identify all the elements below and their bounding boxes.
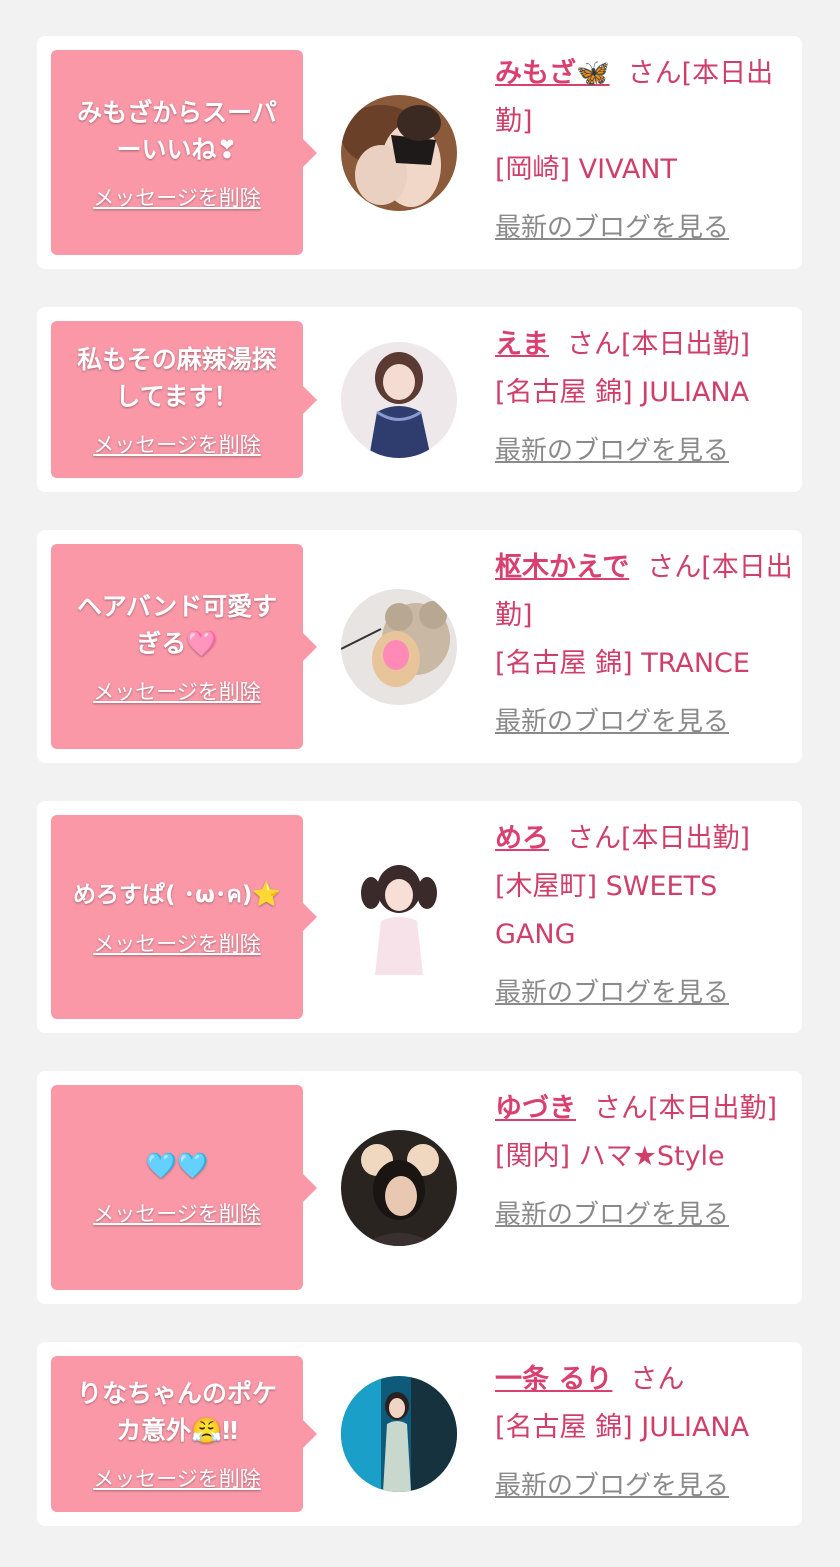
delete-message-link[interactable]: メッセージを削除 — [93, 928, 261, 958]
message-text: みもざからスーパ ーいいね❣ — [77, 97, 277, 164]
photo-woman-lace-dress-icon — [341, 342, 457, 458]
message-card: りなちゃんのポケ カ意外😤‼ メッセージを削除 一条 るり さん [名古屋 錦] … — [37, 1342, 802, 1526]
avatar[interactable] — [341, 859, 457, 975]
message-text: りなちゃんのポケ カ意外😤‼ — [76, 1379, 277, 1445]
cast-name-link[interactable]: 枢木かえで — [495, 552, 629, 583]
message-card: めろすぱ( ･ω･ค)⭐ メッセージを削除 めろ さん[本日出勤] [木屋町] S… — [37, 801, 802, 1033]
message-bubble: 🩵🩵 メッセージを削除 — [51, 1085, 317, 1290]
shop-label: [名古屋 錦] JULIANA — [495, 1412, 750, 1443]
shop-label: [岡崎] VIVANT — [495, 154, 677, 185]
message-bubble: みもざからスーパ ーいいね❣ メッセージを削除 — [51, 50, 317, 255]
avatar[interactable] — [341, 1376, 457, 1492]
cast-name-link[interactable]: えま — [495, 329, 549, 360]
shop-label: [名古屋 錦] TRANCE — [495, 648, 750, 679]
cast-info: めろ さん[本日出勤] [木屋町] SWEETS GANG 最新のブログを見る — [495, 815, 795, 1017]
cast-status: さん[本日出勤] — [594, 1093, 778, 1124]
cast-status: さん[本日出勤] — [567, 329, 751, 360]
avatar[interactable] — [341, 1130, 457, 1246]
avatar[interactable] — [341, 342, 457, 458]
message-bubble: めろすぱ( ･ω･ค)⭐ メッセージを削除 — [51, 815, 317, 1019]
message-text: めろすぱ( ･ω･ค)⭐ — [72, 881, 282, 908]
avatar[interactable] — [341, 95, 457, 211]
photo-woman-blue-backdrop-icon — [341, 1376, 457, 1492]
cast-info: みもざ🦋 さん[本日出勤] [岡崎] VIVANT 最新のブログを見る — [495, 50, 795, 252]
cast-name-link[interactable]: めろ — [495, 823, 549, 854]
view-blog-link[interactable]: 最新のブログを見る — [495, 698, 795, 746]
shop-label: [関内] ハマ★Style — [495, 1141, 725, 1172]
cast-info: 一条 るり さん [名古屋 錦] JULIANA 最新のブログを見る — [495, 1356, 795, 1510]
cast-info: 枢木かえで さん[本日出勤] [名古屋 錦] TRANCE 最新のブログを見る — [495, 544, 795, 746]
delete-message-link[interactable]: メッセージを削除 — [93, 182, 261, 212]
message-text: 私もその麻辣湯探 してます！ — [77, 344, 277, 411]
delete-message-link[interactable]: メッセージを削除 — [93, 429, 261, 459]
photo-woman-lingerie-icon — [341, 95, 457, 211]
cast-name-link[interactable]: 一条 るり — [495, 1364, 612, 1395]
cast-name-link[interactable]: みもざ🦋 — [495, 58, 610, 89]
message-card: 🩵🩵 メッセージを削除 ゆづき さん[本日出勤] [関内] ハマ★Style 最新… — [37, 1071, 802, 1304]
delete-message-link[interactable]: メッセージを削除 — [93, 676, 261, 706]
view-blog-link[interactable]: 最新のブログを見る — [495, 427, 795, 475]
photo-woman-pigtails-icon — [341, 859, 457, 975]
message-text: ヘアバンド可愛す ぎる🩷 — [76, 591, 278, 658]
cast-name-link[interactable]: ゆづき — [495, 1093, 576, 1124]
cast-status: さん[本日出勤] — [567, 823, 751, 854]
shop-label: [名古屋 錦] JULIANA — [495, 377, 750, 408]
view-blog-link[interactable]: 最新のブログを見る — [495, 1191, 795, 1239]
message-bubble: りなちゃんのポケ カ意外😤‼ メッセージを削除 — [51, 1356, 317, 1512]
view-blog-link[interactable]: 最新のブログを見る — [495, 1462, 795, 1510]
message-card: みもざからスーパ ーいいね❣ メッセージを削除 みもざ🦋 さん[本日出勤] [岡崎… — [37, 36, 802, 269]
message-text: 🩵🩵 — [145, 1151, 209, 1180]
view-blog-link[interactable]: 最新のブログを見る — [495, 969, 795, 1017]
delete-message-link[interactable]: メッセージを削除 — [93, 1463, 261, 1493]
avatar[interactable] — [341, 589, 457, 705]
message-bubble: 私もその麻辣湯探 してます！ メッセージを削除 — [51, 321, 317, 478]
cast-info: ゆづき さん[本日出勤] [関内] ハマ★Style 最新のブログを見る — [495, 1085, 795, 1239]
message-bubble: ヘアバンド可愛す ぎる🩷 メッセージを削除 — [51, 544, 317, 749]
shop-label: [木屋町] SWEETS GANG — [495, 871, 718, 950]
message-card: ヘアバンド可愛す ぎる🩷 メッセージを削除 枢木かえで さん[本日出勤] [名古屋… — [37, 530, 802, 763]
view-blog-link[interactable]: 最新のブログを見る — [495, 204, 795, 252]
photo-woman-teddy-bear-icon — [341, 589, 457, 705]
photo-woman-mouse-ears-icon — [341, 1130, 457, 1246]
delete-message-link[interactable]: メッセージを削除 — [93, 1198, 261, 1228]
cast-info: えま さん[本日出勤] [名古屋 錦] JULIANA 最新のブログを見る — [495, 321, 795, 475]
message-card: 私もその麻辣湯探 してます！ メッセージを削除 えま さん[本日出勤] [名古屋 … — [37, 307, 802, 492]
cast-status: さん — [630, 1364, 685, 1395]
